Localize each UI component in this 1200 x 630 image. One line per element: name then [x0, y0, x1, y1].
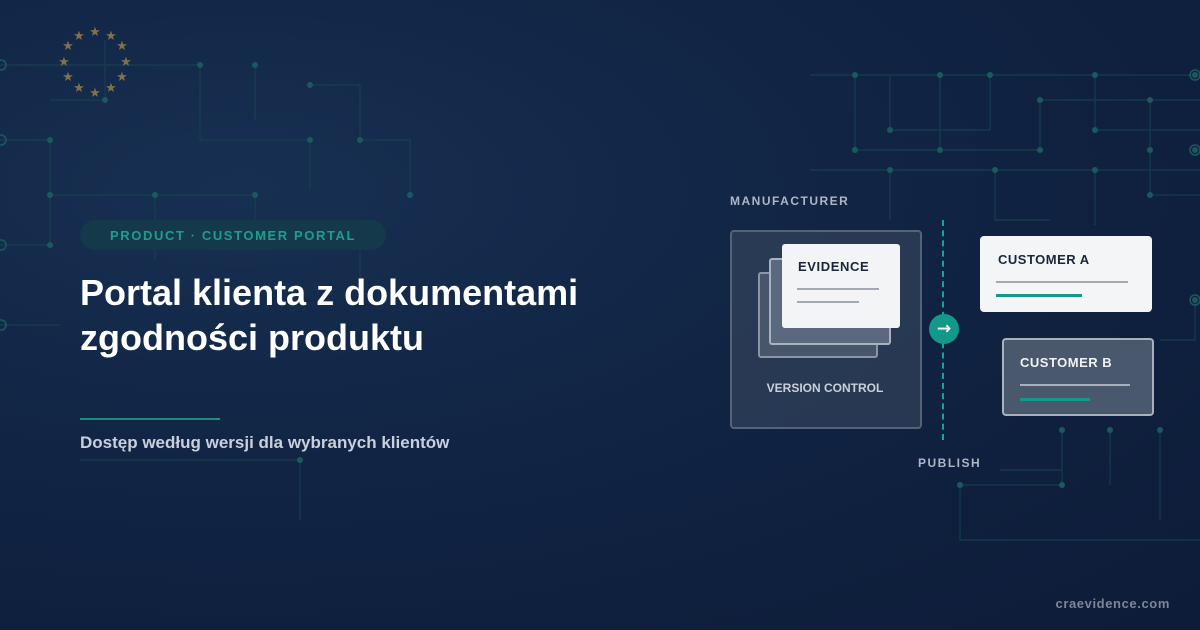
- svg-text:★: ★: [62, 70, 74, 85]
- svg-text:★: ★: [73, 29, 85, 44]
- svg-text:★: ★: [89, 86, 101, 101]
- manufacturer-label: MANUFACTURER: [730, 194, 850, 208]
- evidence-card: [782, 244, 900, 328]
- svg-text:★: ★: [116, 70, 128, 85]
- subtitle: Dostęp według wersji dla wybranych klien…: [80, 433, 450, 452]
- brand-url: craevidence.com: [1055, 596, 1170, 611]
- customer-a-card: CUSTOMER A: [980, 236, 1152, 312]
- customer-a-text-line: [996, 281, 1128, 283]
- page-title: Portal klienta z dokumentami zgodności p…: [80, 272, 579, 358]
- svg-text:★: ★: [62, 39, 74, 54]
- customer-b-accent-line: [1020, 398, 1090, 401]
- svg-text:★: ★: [105, 81, 117, 96]
- customer-a-label: CUSTOMER A: [998, 252, 1090, 267]
- svg-text:★: ★: [116, 39, 128, 54]
- arrow-right-icon: →: [929, 314, 959, 344]
- customer-a-accent-line: [996, 294, 1082, 297]
- title-divider: [80, 418, 220, 420]
- version-control-label: VERSION CONTROL: [766, 381, 884, 395]
- customer-b-text-line: [1020, 384, 1130, 386]
- svg-text:★: ★: [58, 55, 70, 70]
- social-card: ★ ★ ★ ★ ★ ★ ★ ★ ★ ★ ★ ★ PRODUCT · CUSTOM…: [0, 0, 1200, 630]
- evidence-text-line: [797, 288, 879, 290]
- eu-stars-icon: ★ ★ ★ ★ ★ ★ ★ ★ ★ ★ ★ ★: [58, 25, 132, 101]
- evidence-text-line: [797, 301, 859, 303]
- svg-text:★: ★: [105, 29, 117, 44]
- customer-b-label: CUSTOMER B: [1020, 355, 1113, 370]
- svg-text:★: ★: [89, 25, 101, 40]
- category-badge: PRODUCT · CUSTOMER PORTAL: [80, 220, 387, 250]
- svg-text:★: ★: [120, 55, 132, 70]
- svg-text:★: ★: [73, 81, 85, 96]
- customer-b-card: CUSTOMER B: [1002, 338, 1154, 416]
- publish-label: PUBLISH: [918, 456, 982, 470]
- evidence-label: EVIDENCE: [798, 259, 870, 274]
